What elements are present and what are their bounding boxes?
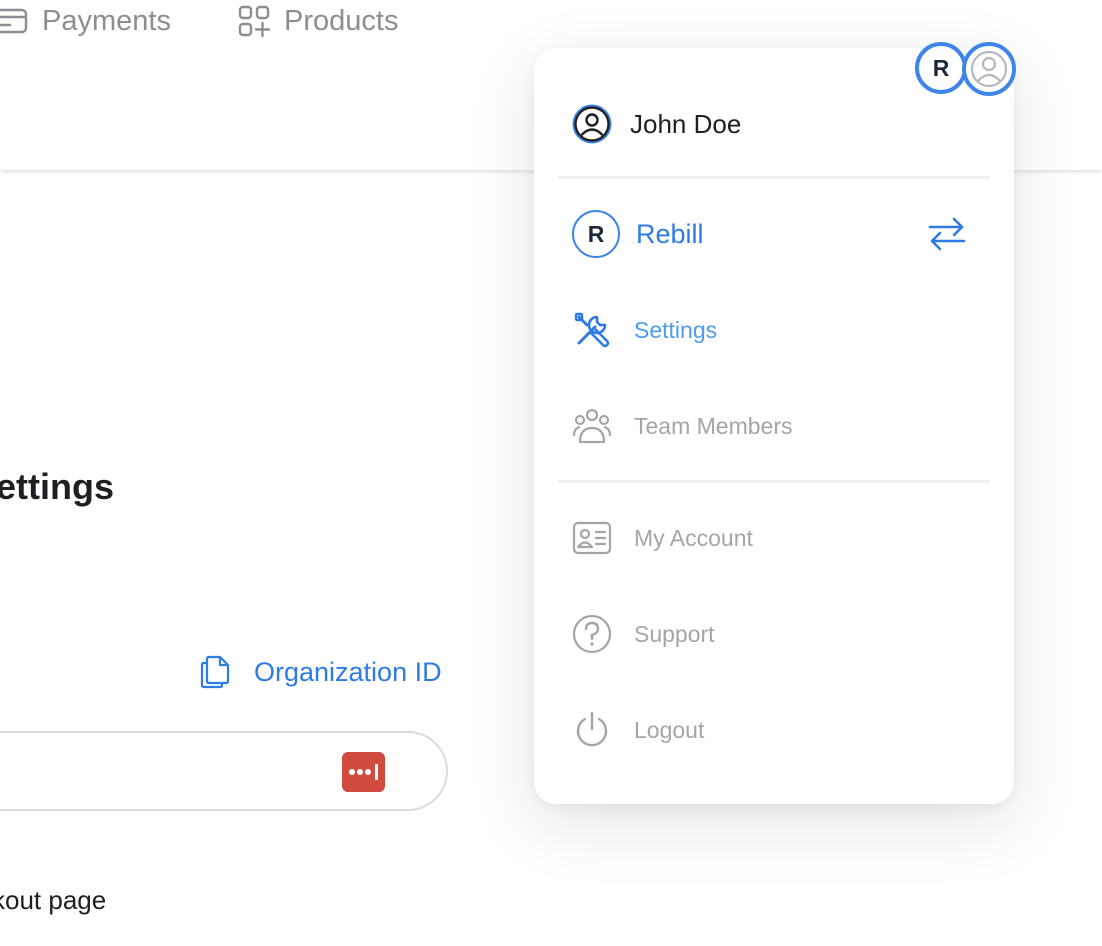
menu-divider xyxy=(558,480,990,483)
account-dropdown-menu: John Doe R Rebill Settings Team Members … xyxy=(534,48,1014,804)
power-icon xyxy=(572,710,612,750)
question-icon xyxy=(572,614,612,654)
menu-item-logout[interactable]: Logout xyxy=(572,702,704,758)
switch-organization-icon[interactable] xyxy=(926,214,968,259)
team-icon xyxy=(572,406,612,446)
user-icon xyxy=(970,50,1008,88)
organization-id-label: Organization ID xyxy=(254,656,442,687)
user-menu-avatar[interactable] xyxy=(962,42,1016,96)
menu-item-label: Logout xyxy=(634,716,705,743)
menu-item-label: Team Members xyxy=(634,412,793,439)
menu-item-team-members[interactable]: Team Members xyxy=(572,398,792,454)
credit-card-icon xyxy=(0,8,28,34)
id-card-icon xyxy=(572,518,612,558)
page-title: ettings xyxy=(0,466,115,507)
organization-name: Rebill xyxy=(636,218,704,249)
user-name: John Doe xyxy=(630,108,742,139)
menu-item-settings[interactable]: Settings xyxy=(572,302,717,358)
nav-products-label: Products xyxy=(284,4,399,37)
apps-add-icon xyxy=(238,5,270,37)
organization-switcher-avatar[interactable]: R xyxy=(915,42,967,94)
menu-item-support[interactable]: Support xyxy=(572,606,715,662)
nav-payments-label: Payments xyxy=(42,4,171,37)
menu-item-label: Support xyxy=(634,620,715,647)
menu-divider xyxy=(558,176,990,179)
nav-products[interactable]: Products xyxy=(238,4,398,38)
user-circle-icon xyxy=(572,104,612,144)
menu-item-label: My Account xyxy=(634,524,753,551)
menu-item-my-account[interactable]: My Account xyxy=(572,510,753,566)
copy-icon xyxy=(200,655,230,689)
organization-avatar: R xyxy=(572,210,620,258)
menu-user: John Doe xyxy=(572,96,741,152)
tools-icon xyxy=(572,310,612,350)
password-manager-icon[interactable] xyxy=(342,752,385,792)
nav-payments[interactable]: Payments xyxy=(0,4,171,38)
checkout-page-text: kout page xyxy=(0,885,107,915)
menu-organization[interactable]: R Rebill xyxy=(572,206,704,262)
copy-organization-id-link[interactable]: Organization ID xyxy=(200,654,442,690)
menu-item-label: Settings xyxy=(634,316,718,343)
